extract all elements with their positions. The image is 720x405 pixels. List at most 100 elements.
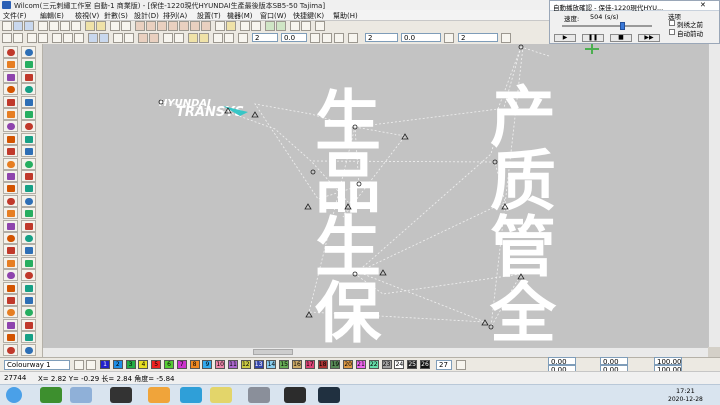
- thread-swatch[interactable]: 22: [368, 360, 379, 369]
- options-icon[interactable]: [501, 33, 511, 43]
- redo-icon[interactable]: [96, 21, 106, 31]
- color-picker-icon[interactable]: [456, 360, 466, 370]
- task-app-6-icon[interactable]: [210, 387, 232, 403]
- border-alt-tool-button[interactable]: [21, 318, 36, 331]
- reshape-alt-tool-button[interactable]: [21, 58, 36, 71]
- width-field[interactable]: 2: [252, 33, 278, 42]
- column-alt-tool-button[interactable]: [21, 132, 36, 145]
- star-alt-tool-button[interactable]: [21, 256, 36, 269]
- trim-icon[interactable]: [215, 21, 225, 31]
- ruler-icon[interactable]: [251, 21, 261, 31]
- thread-swatch[interactable]: 25: [407, 360, 418, 369]
- pull-comp-icon[interactable]: [224, 33, 234, 43]
- pattern-alt-tool-button[interactable]: [21, 281, 36, 294]
- thread-swatch[interactable]: 6: [164, 360, 174, 369]
- thread-swatch[interactable]: 3: [125, 360, 136, 369]
- reshape-icon[interactable]: [13, 33, 23, 43]
- select-tool-button[interactable]: [3, 46, 18, 58]
- open-icon[interactable]: [13, 21, 23, 31]
- node-alt-tool-button[interactable]: [21, 70, 36, 83]
- slant-field[interactable]: 0.0: [401, 33, 441, 42]
- thread-swatch[interactable]: 21: [356, 360, 366, 369]
- thread-swatch[interactable]: 5: [151, 360, 162, 369]
- monogram-alt-tool-button[interactable]: [21, 194, 36, 207]
- start-icon[interactable]: [6, 387, 22, 403]
- copy-icon[interactable]: [60, 21, 70, 31]
- lettering-alt-tool-button[interactable]: [21, 182, 36, 195]
- simulate-icon[interactable]: [265, 21, 275, 31]
- task-app-4-icon[interactable]: [148, 387, 170, 403]
- thread-swatch[interactable]: 9: [202, 360, 213, 369]
- colorway-prev-icon[interactable]: [74, 360, 84, 370]
- new-icon[interactable]: [2, 21, 12, 31]
- align-right-icon[interactable]: [74, 33, 84, 43]
- menu-stitches[interactable]: 針數(S): [104, 11, 128, 21]
- menu-shortcuts[interactable]: 快捷鍵(K): [293, 11, 324, 21]
- motif-tool-button[interactable]: [3, 157, 18, 170]
- horizontal-scrollbar[interactable]: [43, 347, 708, 357]
- thread-swatch[interactable]: 7: [176, 360, 187, 369]
- motif-icon[interactable]: [168, 21, 178, 31]
- node-tool-button[interactable]: [3, 70, 18, 83]
- close-icon[interactable]: ✕: [700, 1, 706, 9]
- thread-swatch[interactable]: 15: [279, 360, 290, 369]
- elements-alt-tool-button[interactable]: [21, 207, 36, 220]
- thread-swatch[interactable]: 13: [253, 360, 264, 369]
- select-alt-tool-button[interactable]: [21, 46, 36, 58]
- step-button[interactable]: ▶▶: [638, 34, 660, 42]
- stitch-angle-icon[interactable]: [163, 33, 173, 43]
- shape-tool-button[interactable]: [3, 219, 18, 232]
- lock-ratio-icon[interactable]: [310, 33, 320, 43]
- spacing-field[interactable]: 2: [458, 33, 498, 42]
- rotate-alt-tool-button[interactable]: [21, 331, 36, 344]
- current-color-field[interactable]: 27: [436, 360, 452, 370]
- task-app-5-icon[interactable]: [180, 387, 202, 403]
- satin-icon[interactable]: [146, 21, 156, 31]
- zoom-out-icon[interactable]: [121, 21, 131, 31]
- scroll-alt-tool-button[interactable]: [21, 306, 36, 319]
- tie-off-icon[interactable]: [199, 33, 209, 43]
- border-tool-button[interactable]: [3, 318, 18, 331]
- thread-swatch[interactable]: 26: [420, 360, 430, 369]
- break-apart-icon[interactable]: [149, 33, 159, 43]
- satin-alt-tool-button[interactable]: [21, 108, 36, 120]
- select-icon[interactable]: [2, 33, 12, 43]
- task-app-3-icon[interactable]: [110, 387, 132, 403]
- task-app-2-icon[interactable]: [70, 387, 92, 403]
- speed-slider[interactable]: [562, 22, 652, 30]
- slant-icon[interactable]: [348, 33, 358, 43]
- density-icon[interactable]: [174, 33, 184, 43]
- rotate-field[interactable]: 2: [365, 33, 398, 42]
- colorway-select[interactable]: Colourway 1: [4, 360, 70, 370]
- shape-alt-tool-button[interactable]: [21, 219, 36, 232]
- opt-before-stitch-checkbox[interactable]: [669, 20, 675, 26]
- arc-tool-button[interactable]: [3, 294, 18, 306]
- lock-icon[interactable]: [113, 33, 123, 43]
- align-center-icon[interactable]: [63, 33, 73, 43]
- sun-icon[interactable]: [226, 21, 236, 31]
- pause-button[interactable]: ❚❚: [582, 34, 604, 42]
- align-left-icon[interactable]: [52, 33, 62, 43]
- vertical-scrollbar[interactable]: [708, 44, 720, 347]
- show-stitches-icon[interactable]: [290, 21, 300, 31]
- zoom-in-icon[interactable]: [110, 21, 120, 31]
- tie-in-icon[interactable]: [188, 33, 198, 43]
- paste-icon[interactable]: [71, 21, 81, 31]
- cut-icon[interactable]: [49, 21, 59, 31]
- lettering-tool-button[interactable]: [3, 182, 18, 195]
- pattern-tool-button[interactable]: [3, 281, 18, 294]
- knife-alt-tool-button[interactable]: [21, 83, 36, 96]
- menu-help[interactable]: 幫助(H): [333, 11, 358, 21]
- colorway-next-icon[interactable]: [86, 360, 96, 370]
- thread-swatch[interactable]: 12: [240, 360, 251, 369]
- rotate-icon[interactable]: [27, 33, 37, 43]
- speed-slider-thumb[interactable]: [620, 22, 625, 30]
- applique-tool-button[interactable]: [3, 170, 18, 182]
- circle-alt-tool-button[interactable]: [21, 232, 36, 244]
- knife-tool-button[interactable]: [3, 83, 18, 96]
- motif-alt-tool-button[interactable]: [21, 157, 36, 170]
- thread-swatch[interactable]: 24: [394, 360, 405, 369]
- pattern-icon[interactable]: [201, 21, 211, 31]
- mirror-icon[interactable]: [38, 33, 48, 43]
- pos-x-field[interactable]: 0.00: [548, 357, 576, 365]
